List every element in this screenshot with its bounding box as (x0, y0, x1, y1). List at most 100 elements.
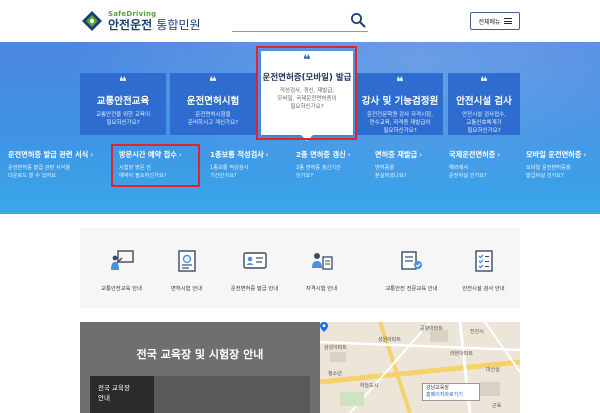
service-qualification-exam[interactable]: 자격시험 안내 (290, 228, 353, 308)
service-guide-strip: 교통안전교육 안내 면허시험 안내 운전면허증 발급 안내 자격시험 안내 교통… (80, 228, 520, 308)
map-place-label: 청소년 (328, 371, 342, 377)
service-label: 교통안전 전문교육 안내 (385, 286, 438, 292)
service-label: 자격시험 안내 (306, 286, 337, 292)
sub-link-desc: 인가요? (296, 173, 314, 179)
site-logo[interactable]: SafeDriving 안전운전 통합민원 (80, 8, 201, 34)
service-license-exam[interactable]: 면허시험 안내 (155, 228, 218, 308)
card-desc-line: 운전면허시험을 (195, 112, 231, 118)
card-title: 강사 및 기능검정원 (361, 96, 439, 107)
search-icon[interactable] (350, 12, 366, 28)
map-place-label: 라본아파트 (450, 351, 474, 357)
sub-link-desc: 모바일 운전면허증을 (526, 165, 571, 171)
logo-mark-icon (80, 9, 104, 33)
map-place-label: 공항아파트 (420, 326, 444, 332)
education-center-title: 전국 교육장 및 시험장 안내 (136, 348, 264, 361)
map-popup-homepage-link[interactable]: 홈페이지바로가기 (426, 392, 476, 399)
sub-link-desc: 해외에서 (449, 165, 469, 171)
card-traffic-safety-education[interactable]: ❝ 교통안전교육 교통안전을 위한 교육이 필요하신가요? (80, 73, 166, 135)
quote-icon: ❝ (119, 75, 127, 90)
hamburger-icon (503, 18, 512, 24)
sub-link-license-renewal[interactable]: 2종 면허증 갱신 › 2종 면허증 갱신기간인가요? (296, 150, 351, 180)
site-header: SafeDriving 안전운전 통합민원 전체메뉴 (0, 0, 600, 42)
card-desc-line: 필요하신가요? (290, 104, 324, 110)
sub-link-title: 국제운전면허증 (449, 150, 496, 159)
sub-link-title: 운전면허증 발급 관련 서식 (8, 150, 89, 159)
map-place-label: 삼성아파트 (324, 345, 348, 351)
service-license-issuance[interactable]: 운전면허증 발급 안내 (223, 228, 286, 308)
logo-korean-text: 안전운전 통합민원 (108, 19, 201, 31)
card-desc-line: 운전전문학원 강사 자격시험, (367, 112, 433, 118)
sub-link-mobile-license[interactable]: 모바일 운전면허증 › 모바일 운전면허증을발급하실 건가요? (526, 150, 586, 180)
sub-link-title: 2종 면허증 갱신 (296, 150, 346, 159)
service-label: 운전면허증 발급 안내 (230, 286, 279, 292)
chevron-right-icon: › (178, 150, 182, 159)
sub-link-desc: 시험장 방문 전 (119, 165, 151, 171)
card-desc-line: 교통신호체계가 (466, 120, 502, 126)
chevron-right-icon: › (90, 150, 94, 159)
sub-link-license-reissue[interactable]: 면허증 재발급 › 면허증을 분실하셨나요? (375, 150, 422, 180)
service-label: 교통안전교육 안내 (101, 286, 142, 292)
service-safety-facility[interactable]: 안전시설 검사 안내 (452, 228, 515, 308)
card-desc-line: 준비하시고 계신가요? (187, 120, 239, 126)
card-instructor-examiner[interactable]: ❝ 강사 및 기능검정원 운전전문학원 강사 자격시험, 연수교육, 자격증 재발… (357, 73, 443, 135)
service-traffic-education[interactable]: 교통안전교육 안내 (90, 228, 153, 308)
map-place-label: 대산실 (486, 367, 500, 373)
map-place-label: 진안시 (470, 329, 484, 335)
card-desc-line: 연수교육, 자격증 재발급이 (369, 120, 431, 126)
instructor-board-icon (110, 250, 134, 270)
sub-link-desc: 1종보통 적성검사 (210, 165, 249, 171)
certificate-pen-icon (311, 253, 333, 270)
chevron-right-icon: › (583, 150, 587, 159)
sub-link-desc: 2종 면허증 갱신기간 (296, 165, 341, 171)
card-desc-line: 적성검사, 갱신, 재발급, (279, 88, 335, 94)
map-info-popup: 강남교육장 홈페이지바로가기 (422, 383, 480, 401)
sub-link-desc: 발급하실 건가요? (526, 173, 564, 179)
sub-link-desc: 기간인가요? (210, 173, 237, 179)
map-pin-icon[interactable] (320, 322, 328, 332)
sub-link-title: 방문시간 예약 접수 (119, 150, 177, 159)
sub-link-aptitude-test[interactable]: 1종보통 적성검사 › 1종보통 적성검사 기간인가요? (210, 150, 269, 180)
card-safety-facility-inspection[interactable]: ❝ 안전시설 검사 안전시설 검사접수, 교통신호체계가 필요하신가요? (448, 73, 520, 135)
sub-link-title: 1종보통 적성검사 (210, 150, 264, 159)
education-center-tab[interactable]: 전국 교육장 안내 (90, 376, 154, 413)
all-menu-button[interactable]: 전체메뉴 (470, 12, 520, 30)
logo-sub-text: 통합민원 (156, 18, 201, 32)
chevron-right-icon: › (265, 150, 269, 159)
card-desc-line: 필요하신가요? (467, 128, 501, 134)
sub-link-international-license[interactable]: 국제운전면허증 › 해외에서운전하실 건가요? (449, 150, 500, 180)
service-label: 안전시설 검사 안내 (462, 286, 505, 292)
logo-main-text: 안전운전 (108, 18, 153, 32)
sub-link-visit-reservation[interactable]: 방문시간 예약 접수 › 시험장 방문 전 예약이 필요하신가요? (119, 150, 182, 180)
sub-link-title: 면허증 재발급 (375, 150, 418, 159)
sub-link-title: 모바일 운전면허증 (526, 150, 582, 159)
card-title: 교통안전교육 (96, 96, 150, 107)
sub-link-license-forms[interactable]: 운전면허증 발급 관련 서식 › 운전면허증 발급 관련 서식을 다운로드 할 수 … (8, 150, 93, 180)
hero-banner: ❝ 교통안전교육 교통안전을 위한 교육이 필요하신가요? ❝ 운전면허시험 운전… (0, 42, 600, 214)
education-center-list: 전국 교육장 안내 (90, 376, 310, 413)
card-title: 운전면허시험 (186, 96, 240, 107)
search-input[interactable] (232, 12, 342, 30)
service-label: 면허시험 안내 (171, 286, 202, 292)
service-professional-training[interactable]: 교통안전 전문교육 안내 (380, 228, 443, 308)
card-driving-license-exam[interactable]: ❝ 운전면허시험 운전면허시험을준비하시고 계신가요? (170, 73, 256, 135)
quote-icon: ❝ (303, 53, 311, 68)
checklist-icon (474, 250, 493, 272)
quote-icon: ❝ (209, 75, 217, 90)
card-desc-line: 교통안전을 위한 교육이 (95, 112, 151, 118)
card-desc-line: 필요하신가요? (383, 128, 417, 134)
sub-link-desc: 면허증을 (375, 165, 395, 171)
chevron-right-icon: › (347, 150, 351, 159)
chevron-right-icon: › (497, 150, 501, 159)
map-popup-name: 강남교육장 (426, 385, 450, 391)
card-desc-line: 안전시설 검사접수, (462, 112, 506, 118)
card-title: 운전면허증(모바일) 발급 (262, 73, 352, 83)
location-map[interactable]: 공항아파트 삼성아파트 성원아파트 진안시 라본아파트 청소년 하늘도시 대산실… (320, 322, 520, 413)
chevron-right-icon: › (419, 150, 423, 159)
all-menu-label: 전체메뉴 (478, 18, 501, 26)
sub-link-desc: 운전하실 건가요? (449, 173, 487, 179)
sub-link-desc: 운전면허증 발급 관련 서식을 (8, 165, 71, 171)
card-desc-line: 모바일, 국제운전면허증이 (277, 96, 337, 102)
search-box (232, 10, 368, 32)
professional-training-icon (400, 251, 422, 270)
card-license-issuance[interactable]: ❝ 운전면허증(모바일) 발급 적성검사, 갱신, 재발급, 모바일, 국제운전면… (261, 51, 353, 141)
